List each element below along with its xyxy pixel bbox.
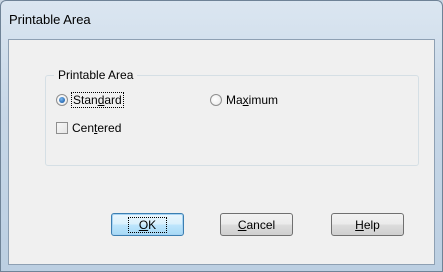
radio-maximum-label[interactable]: Maximum	[226, 93, 278, 107]
help-button-mnemonic: H	[355, 217, 364, 232]
radio-maximum[interactable]: Maximum	[210, 92, 278, 108]
help-button-label-post: elp	[363, 217, 380, 232]
printable-area-group: Printable Area Standard Maximum Centered	[45, 68, 419, 166]
cancel-button[interactable]: Cancel	[220, 213, 293, 236]
radio-standard[interactable]: Standard	[56, 92, 124, 108]
ok-button-label-post: K	[148, 217, 157, 232]
help-button-label: Help	[355, 218, 380, 232]
cancel-button-label-post: ancel	[246, 217, 276, 232]
ok-button[interactable]: OK	[111, 213, 184, 236]
radio-standard-label[interactable]: Standard	[71, 92, 124, 108]
checkbox-centered[interactable]: Centered	[56, 120, 121, 136]
radio-standard-label-post: ard	[104, 93, 122, 107]
dialog-client-area: Printable Area Standard Maximum Centered…	[8, 39, 435, 265]
checkbox-centered-label-post: ered	[97, 121, 122, 135]
ok-button-mnemonic: O	[138, 217, 149, 232]
radio-standard-indicator[interactable]	[56, 94, 68, 106]
radio-maximum-label-post: imum	[248, 93, 279, 107]
title-bar[interactable]: Printable Area	[1, 1, 442, 39]
ok-button-label: OK	[127, 216, 168, 233]
radio-standard-label-pre: Stan	[73, 93, 98, 107]
checkbox-centered-label[interactable]: Centered	[72, 121, 121, 135]
cancel-button-label: Cancel	[238, 218, 275, 232]
checkbox-centered-label-pre: Cen	[72, 121, 95, 135]
radio-maximum-label-pre: Ma	[226, 93, 243, 107]
window-title: Printable Area	[9, 12, 91, 27]
checkbox-centered-box[interactable]	[56, 122, 68, 134]
help-button[interactable]: Help	[331, 213, 404, 236]
group-title: Printable Area	[54, 68, 138, 82]
dialog-window: Printable Area Printable Area Standard M…	[0, 0, 443, 272]
radio-maximum-indicator[interactable]	[210, 94, 222, 106]
